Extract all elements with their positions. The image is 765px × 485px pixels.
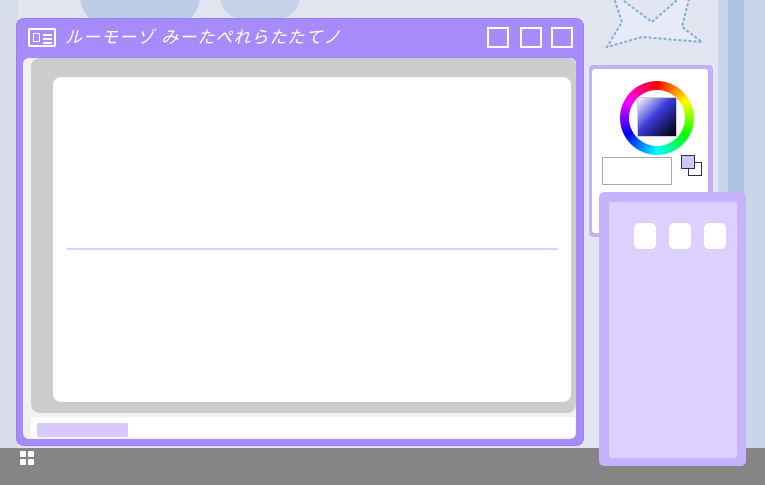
close-button[interactable] <box>551 27 573 48</box>
main-window: ルーモーゾ みーたぺれらたたてノ <box>17 19 583 445</box>
minimize-button[interactable] <box>487 27 509 48</box>
canvas-guide-line <box>67 248 558 250</box>
background-decoration <box>220 0 300 20</box>
title-bar[interactable]: ルーモーゾ みーたぺれらたたてノ <box>17 19 583 57</box>
start-grid-icon[interactable] <box>20 451 36 467</box>
side-panel-button-1[interactable] <box>634 223 656 249</box>
maximize-button[interactable] <box>520 27 542 48</box>
star-decoration-icon <box>604 0 706 49</box>
color-hex-input[interactable] <box>602 157 672 185</box>
foreground-color-swatch[interactable] <box>681 155 695 169</box>
saturation-value-square[interactable] <box>637 97 677 137</box>
background-stripe-left <box>0 0 18 450</box>
scrollbar-thumb[interactable] <box>37 423 128 437</box>
side-panel-body <box>609 202 737 458</box>
drawing-canvas[interactable] <box>53 77 571 402</box>
window-title-text: ルーモーゾ みーたぺれらたたてノ <box>65 28 342 48</box>
side-panel-button-2[interactable] <box>669 223 691 249</box>
window-icon[interactable] <box>28 28 56 47</box>
content-frame <box>23 58 576 439</box>
window-title: ルーモーゾ みーたぺれらたたてノ <box>65 25 341 51</box>
side-panel-button-3[interactable] <box>704 223 726 249</box>
canvas-border <box>31 58 576 413</box>
side-panel <box>599 192 746 466</box>
